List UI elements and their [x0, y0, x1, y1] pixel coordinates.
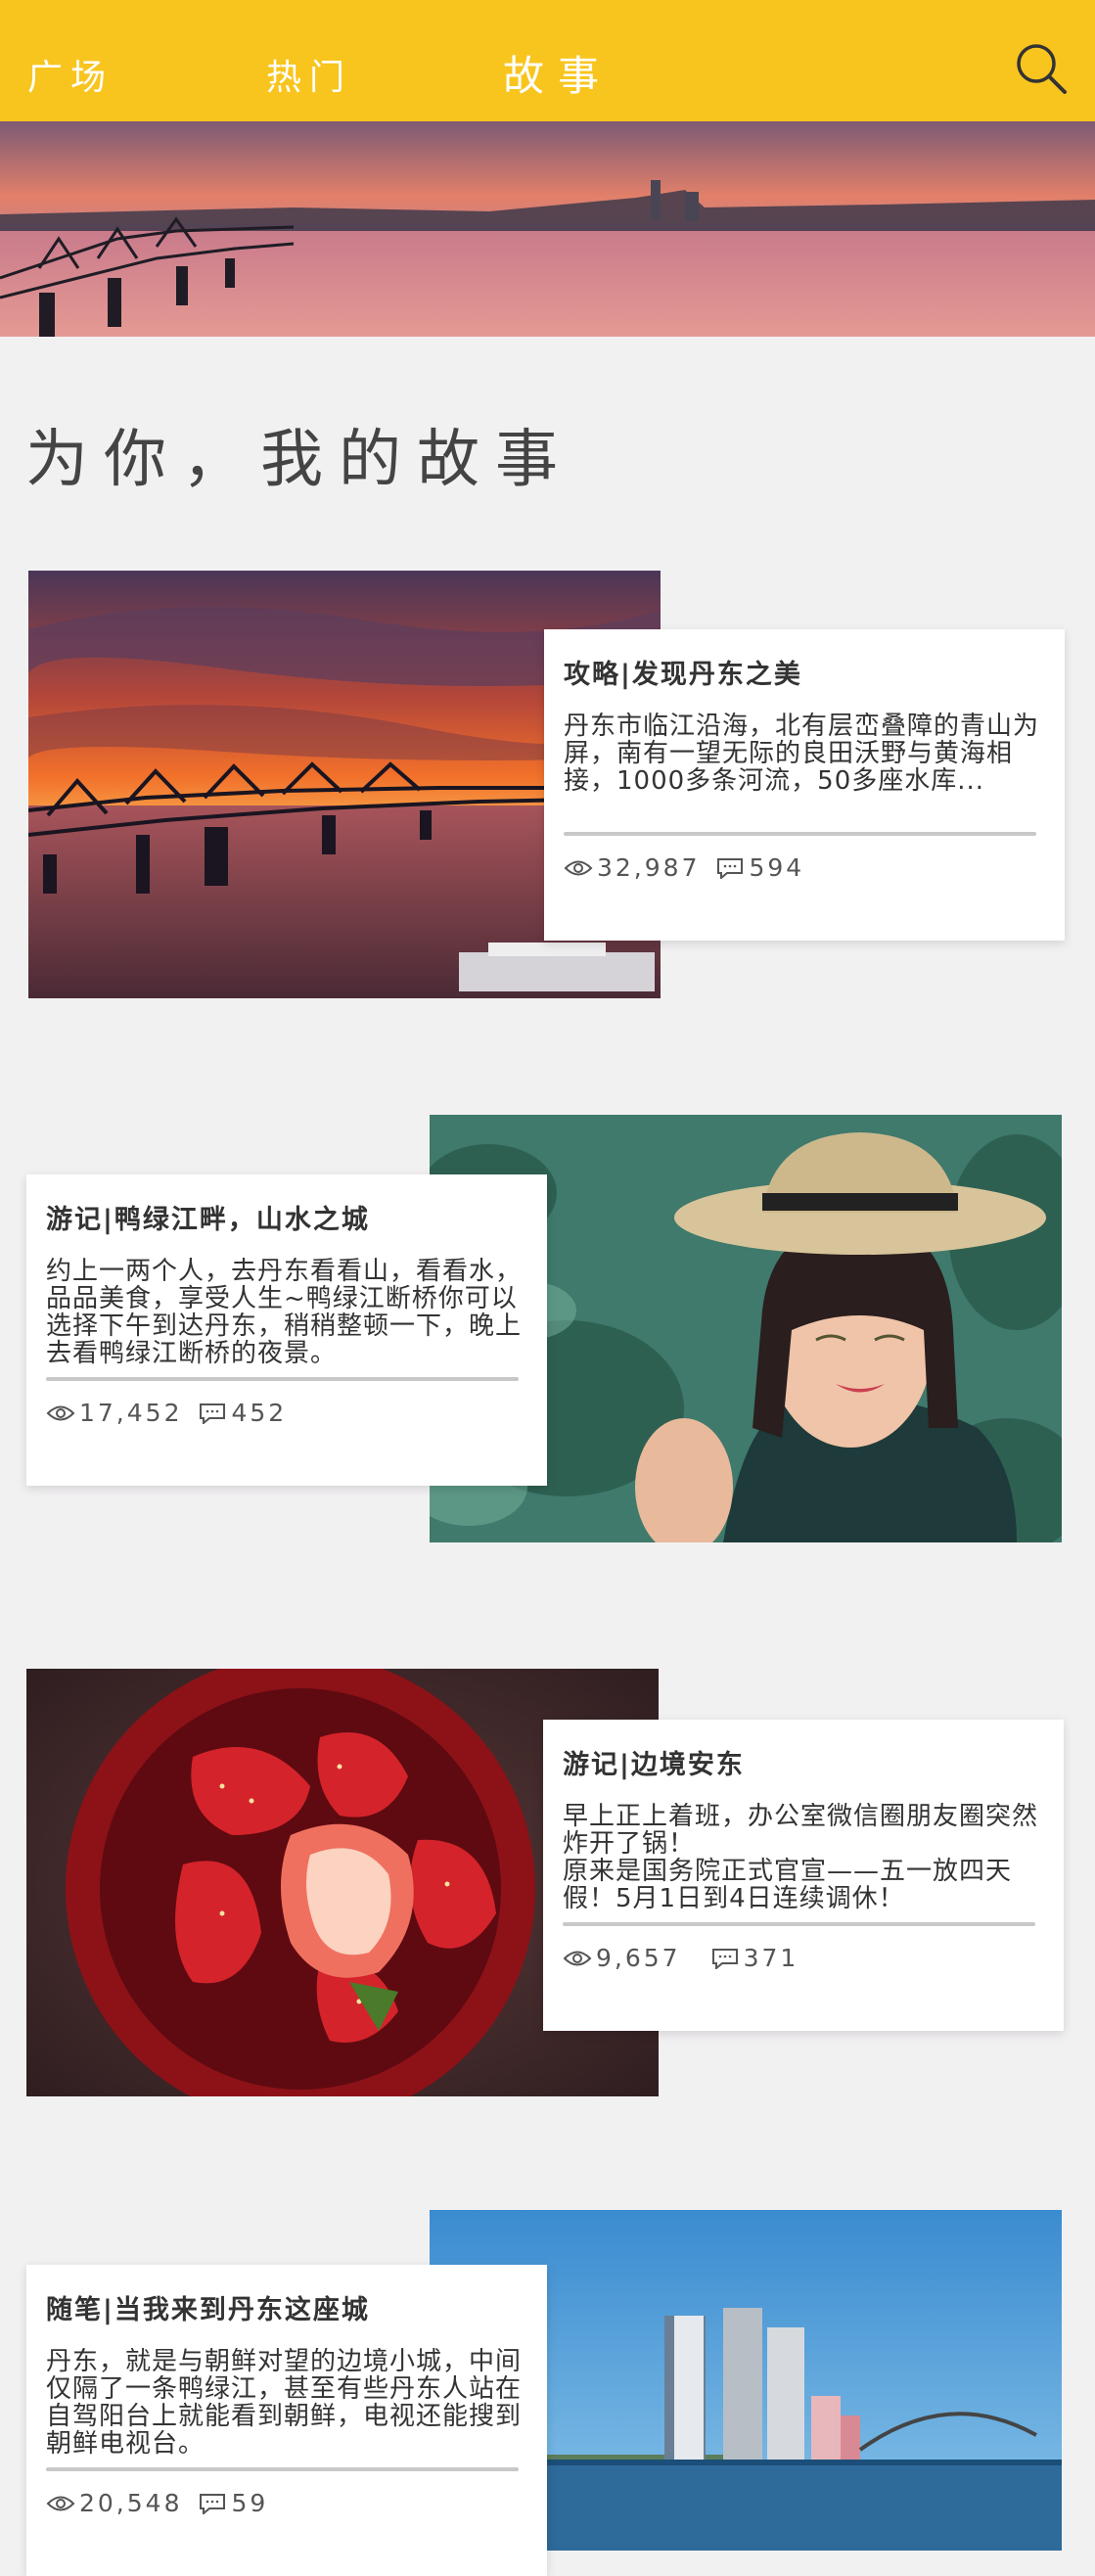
view-count: 17,452	[79, 1399, 183, 1427]
view-count: 32,987	[597, 853, 701, 882]
story-stats: 9,657 371	[563, 1944, 1044, 1972]
story-title: 游记|鸭绿江畔，山水之城	[46, 1205, 370, 1235]
tab-stories[interactable]: 故事	[503, 43, 613, 103]
view-count: 9,657	[596, 1944, 681, 1972]
comment-count: 594	[749, 853, 805, 882]
header-banner-image	[0, 121, 1095, 337]
divider	[563, 1922, 1035, 1926]
view-count: 20,548	[79, 2489, 183, 2517]
page-title: 为你，我的故事	[25, 424, 573, 496]
search-icon	[1017, 44, 1067, 94]
comment-icon	[200, 1403, 226, 1424]
story-excerpt: 丹东市临江沿海，北有层峦叠障的青山为屏，南有一望无际的良田沃野与黄海相接，100…	[564, 713, 1040, 796]
eye-icon	[564, 860, 593, 875]
story-excerpt: 早上正上着班，办公室微信圈朋友圈突然炸开了锅！ 原来是国务院正式官宣——五一放四…	[563, 1803, 1039, 1912]
eye-icon	[563, 1951, 592, 1965]
story-title: 游记|边境安东	[563, 1750, 745, 1780]
story-card[interactable]: 随笔|当我来到丹东这座城 丹东，就是与朝鲜对望的边境小城，中间仅隔了一条鸭绿江，…	[26, 2265, 547, 2576]
story-card[interactable]: 攻略|发现丹东之美 丹东市临江沿海，北有层峦叠障的青山为屏，南有一望无际的良田沃…	[544, 629, 1065, 941]
tab-plaza[interactable]: 广场	[27, 49, 114, 100]
story-title: 攻略|发现丹东之美	[564, 660, 802, 690]
comment-icon	[717, 857, 744, 879]
top-navigation-bar: 广场 热门 故事	[0, 0, 1095, 121]
divider	[564, 832, 1036, 836]
story-card[interactable]: 游记|鸭绿江畔，山水之城 约上一两个人，去丹东看看山，看看水，品品美食，享受人生…	[26, 1174, 547, 1486]
story-stats: 17,452 452	[46, 1399, 527, 1427]
divider	[46, 1377, 519, 1381]
story-excerpt: 丹东，就是与朝鲜对望的边境小城，中间仅隔了一条鸭绿江，甚至有些丹东人站在自驾阳台…	[46, 2348, 523, 2458]
comment-icon	[711, 1948, 738, 1969]
eye-icon	[46, 1405, 75, 1420]
comment-icon	[200, 2493, 226, 2514]
tab-hot[interactable]: 热门	[266, 49, 352, 100]
story-stats: 20,548 59	[46, 2489, 527, 2517]
comment-count: 59	[231, 2489, 269, 2517]
story-excerpt: 约上一两个人，去丹东看看山，看看水，品品美食，享受人生~鸭绿江断桥你可以选择下午…	[46, 1258, 523, 1367]
search-button[interactable]	[1014, 41, 1069, 96]
comment-count: 371	[743, 1944, 799, 1972]
comment-count: 452	[231, 1399, 288, 1427]
story-stats: 32,987 594	[564, 853, 1045, 882]
story-card[interactable]: 游记|边境安东 早上正上着班，办公室微信圈朋友圈突然炸开了锅！ 原来是国务院正式…	[543, 1720, 1064, 2031]
eye-icon	[46, 2496, 75, 2510]
story-title: 随笔|当我来到丹东这座城	[46, 2295, 370, 2325]
divider	[46, 2467, 519, 2471]
